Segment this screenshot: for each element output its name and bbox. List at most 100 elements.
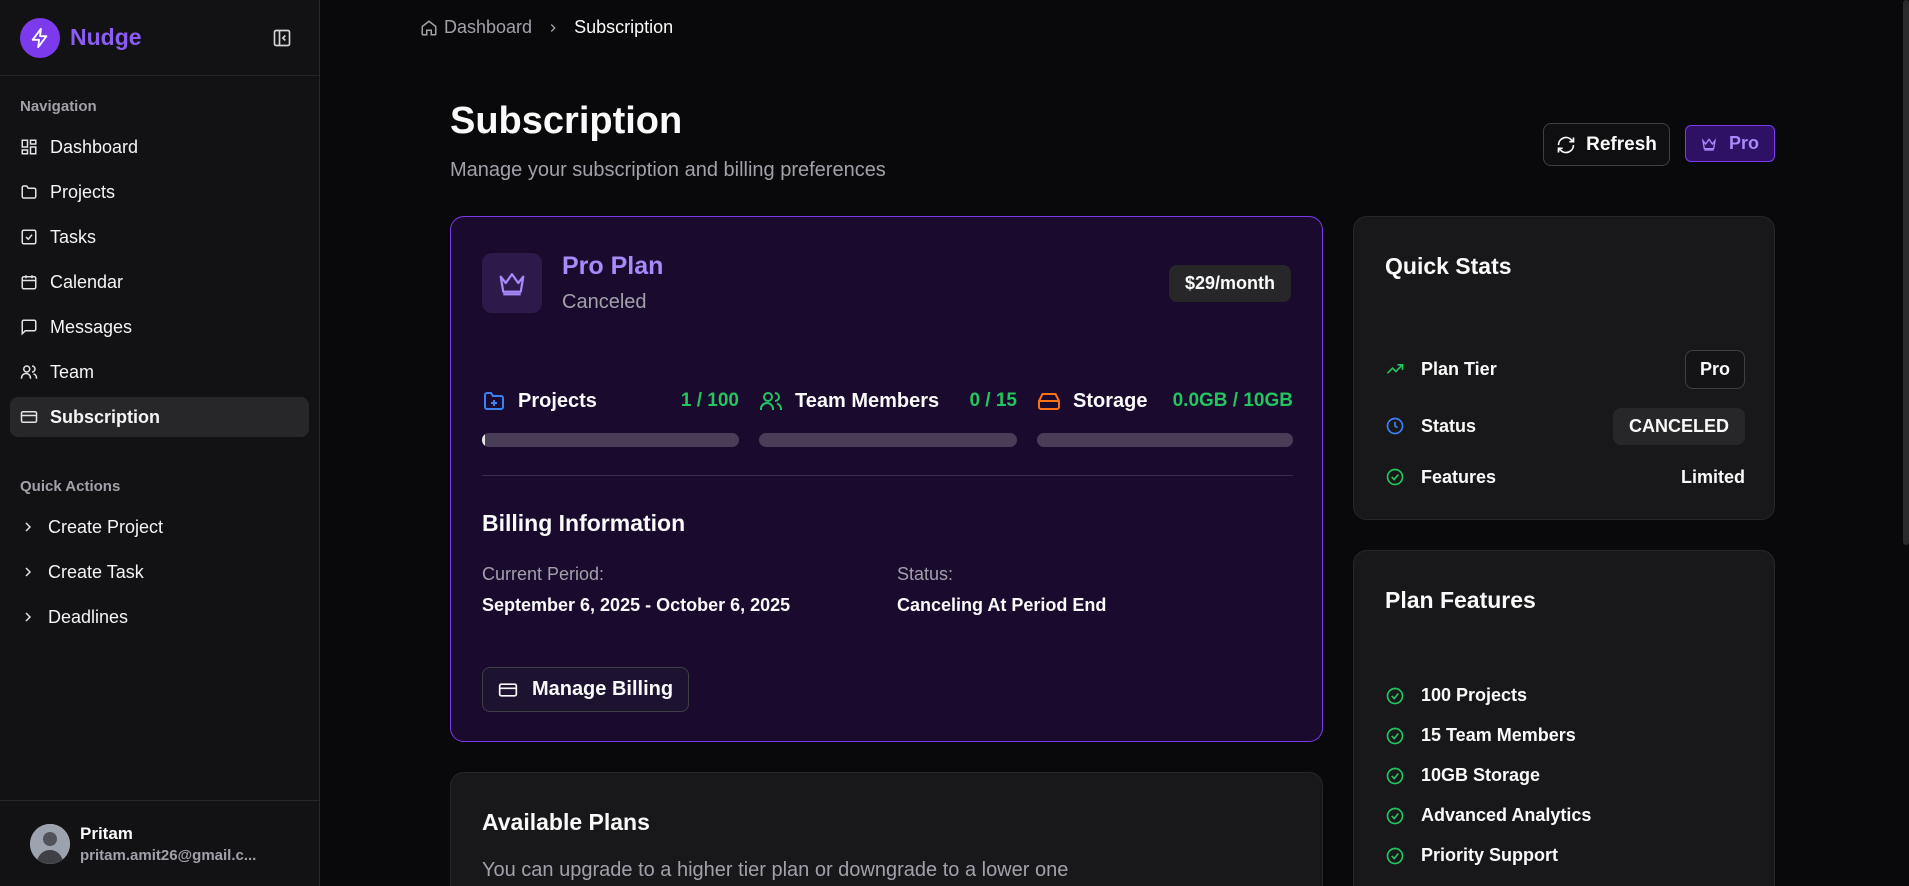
scrollbar[interactable] [1903,0,1909,545]
sidebar-item-tasks[interactable]: Tasks [10,217,309,257]
refresh-button[interactable]: Refresh [1543,123,1670,166]
check-circle-icon [1386,807,1404,824]
checkbox-icon [21,229,37,245]
feature-label: 100 Projects [1421,685,1528,705]
quick-action-label: Create Task [48,561,144,582]
sidebar-item-messages[interactable]: Messages [10,307,309,347]
sidebar-item-calendar[interactable]: Calendar [10,262,309,302]
quick-action-create-task[interactable]: Create Task [10,552,309,592]
hard-drive-icon [1038,393,1060,410]
app-name: Nudge [70,24,142,50]
feature-label: Advanced Analytics [1421,805,1592,825]
user-profile[interactable]: Pritam pritam.amit26@gmail.c... [0,800,320,886]
quick-action-deadlines[interactable]: Deadlines [10,597,309,637]
dashboard-icon [21,139,37,155]
lightning-icon [20,17,60,58]
chevron-right-icon [25,612,32,622]
page-subtitle: Manage your subscription and billing pre… [450,159,886,181]
chevron-right-icon [25,567,32,577]
plan-features-title: Plan Features [1385,587,1536,613]
usage-bar-fill [482,433,485,447]
sidebar: Nudge Navigation Dashboard Projects Task… [0,0,320,886]
sidebar-item-dashboard[interactable]: Dashboard [10,127,309,167]
sidebar-item-label: Projects [50,181,116,202]
plan-features-card: Plan Features 100 Projects 15 Team Membe… [1353,550,1775,886]
feature-label: Priority Support [1421,845,1559,865]
user-email: pritam.amit26@gmail.c... [80,846,257,864]
clock-icon [1386,417,1404,435]
usage-bar [759,433,1017,447]
current-plan-card: Pro Plan Canceled $29/month Projects 1 /… [450,216,1323,742]
sidebar-item-projects[interactable]: Projects [10,172,309,212]
chevron-right-icon [25,522,32,532]
sidebar-item-subscription[interactable]: Subscription [10,397,309,437]
usage-team-members: Team Members 0 / 15 [759,385,1017,447]
refresh-icon [1557,136,1575,153]
usage-label: Projects [518,389,597,412]
folder-plus-icon [484,392,504,410]
usage-value: 0.0GB / 10GB [1172,390,1293,411]
stat-label: Features [1421,466,1497,487]
credit-card-icon [498,682,518,697]
stat-plan-tier: Plan Tier Pro [1385,349,1745,389]
sidebar-item-label: Dashboard [50,136,139,157]
crown-icon [1701,137,1717,151]
chevron-right-icon [546,21,560,35]
manage-billing-button[interactable]: Manage Billing [482,667,689,712]
feature-label: 15 Team Members [1421,725,1576,745]
usage-label: Team Members [795,389,940,412]
available-plans-title: Available Plans [482,809,650,835]
nav-section-label: Navigation [20,98,97,115]
quick-stats-card: Quick Stats Plan Tier Pro Status CANCELE… [1353,216,1775,520]
billing-status-value: Canceling At Period End [897,595,1107,615]
feature-item: 10GB Storage [1385,765,1540,786]
avatar [30,823,70,864]
sidebar-item-team[interactable]: Team [10,352,309,392]
check-circle-icon [1386,687,1404,704]
quick-actions: Create Project Create Task Deadlines [10,507,309,642]
breadcrumb-home[interactable]: Dashboard [420,17,532,38]
folder-icon [21,185,37,199]
available-plans-card: Available Plans You can upgrade to a hig… [450,772,1323,886]
check-circle-icon [1386,847,1404,864]
usage-projects: Projects 1 / 100 [482,385,739,447]
stat-status: Status CANCELED [1385,407,1745,445]
manage-billing-label: Manage Billing [531,678,674,700]
users-icon [760,392,782,410]
feature-label: 10GB Storage [1421,765,1541,785]
feature-item: 100 Projects [1385,685,1527,706]
breadcrumb: Dashboard Subscription [420,17,673,38]
calendar-icon [21,275,37,290]
stat-label: Plan Tier [1421,358,1497,379]
plan-badge-label: Pro [1728,133,1759,153]
feature-item: Advanced Analytics [1385,805,1591,826]
stat-features: Features Limited [1385,458,1745,496]
sidebar-item-label: Subscription [50,406,161,427]
stat-value: Pro [1684,349,1745,389]
sidebar-item-label: Tasks [50,226,97,247]
feature-item: Priority Support [1385,845,1558,866]
crown-icon [482,253,542,313]
billing-period-label: Current Period: [482,564,605,584]
home-icon [421,19,437,35]
stat-value: CANCELED [1612,407,1745,445]
breadcrumb-home-label: Dashboard [444,17,533,37]
page-title: Subscription [450,100,683,142]
usage-bar [482,433,739,447]
sidebar-collapse-icon[interactable] [270,26,294,50]
sidebar-nav: Dashboard Projects Tasks Calendar Messag… [10,127,309,442]
usage-bar [1037,433,1293,447]
message-icon [21,319,37,336]
check-circle-icon [1386,468,1404,486]
check-circle-icon [1386,727,1404,744]
divider [482,475,1293,476]
breadcrumb-current: Subscription [574,17,674,37]
refresh-label: Refresh [1586,133,1657,155]
check-circle-icon [1386,767,1404,784]
feature-item: 15 Team Members [1385,725,1576,746]
stat-value: Limited [1680,466,1745,487]
quick-action-create-project[interactable]: Create Project [10,507,309,547]
plan-status: Canceled [562,291,647,313]
billing-status-label: Status: [897,564,954,584]
quick-action-label: Create Project [48,516,164,537]
